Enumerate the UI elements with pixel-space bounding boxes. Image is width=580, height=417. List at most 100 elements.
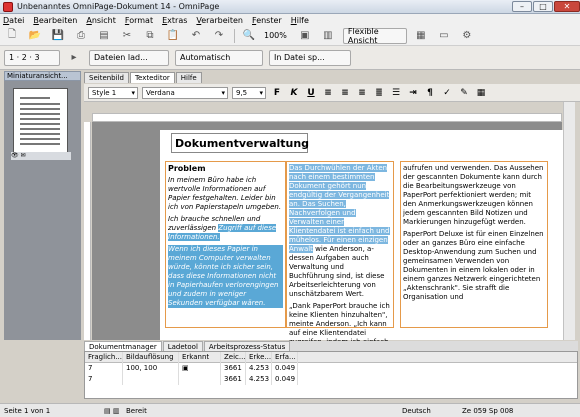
underline-button[interactable]: U	[304, 87, 318, 99]
tab-dokumentmanager[interactable]: Dokumentmanager	[84, 341, 162, 351]
load-files-button[interactable]: Dateien lad...	[89, 49, 169, 66]
horizontal-ruler[interactable]	[92, 113, 562, 122]
menu-verarbeiten[interactable]: Verarbeiten	[196, 16, 243, 25]
open-folder-icon[interactable]: 📂	[27, 29, 43, 43]
italic-button[interactable]: K	[287, 87, 301, 99]
table-row[interactable]: 7 3661 4.253 0.049	[85, 374, 577, 385]
copy-icon[interactable]: ⧉	[142, 29, 158, 43]
format-toolbar: Style 1 Verdana 9,5 F K U ≡ ≡ ≡ ≣ ☰ ⇥ ¶ …	[84, 84, 580, 102]
workflow-arrow-icon[interactable]: ▸	[66, 51, 82, 65]
align-center-icon[interactable]: ≡	[338, 87, 352, 99]
workflow-toolbar: 1 · 2 · 3 ▸ Dateien lad... Automatisch I…	[0, 46, 580, 70]
paste-icon[interactable]: 📋	[165, 29, 181, 43]
column-header[interactable]: Bildauflösung	[123, 351, 179, 363]
table-cell: 100, 100	[123, 363, 179, 374]
table-icon[interactable]: ▦	[474, 87, 488, 99]
style-value: Style 1	[92, 88, 117, 97]
zoom-icon[interactable]: 🔍	[241, 29, 257, 43]
spellcheck-icon[interactable]: ✓	[440, 87, 454, 99]
zoom-level[interactable]: 100%	[264, 31, 287, 40]
align-left-icon[interactable]: ≡	[321, 87, 335, 99]
table-cell: 0.049	[272, 374, 298, 385]
ocr-mode-label: Automatisch	[180, 53, 231, 62]
print-icon[interactable]: ⎙	[73, 29, 89, 43]
save-to-file-button[interactable]: In Datei sp...	[269, 49, 351, 66]
bold-button[interactable]: F	[270, 87, 284, 99]
menu-bearbeiten[interactable]: Bearbeiten	[33, 16, 77, 25]
toolbar-separator	[234, 28, 235, 43]
column-header[interactable]: Fraglich...	[85, 351, 123, 363]
column-1-title: Problem	[168, 164, 206, 173]
vertical-ruler[interactable]	[84, 122, 91, 340]
table-cell: 4.253	[246, 363, 272, 374]
bullets-icon[interactable]: ☰	[389, 87, 403, 99]
page-thumbnail[interactable]	[13, 88, 68, 155]
pilcrow-icon[interactable]: ¶	[423, 87, 437, 99]
text-box-icon[interactable]: ▭	[436, 29, 452, 43]
page-view-icon[interactable]: ▣	[297, 29, 313, 43]
new-document-icon[interactable]: 🗋	[4, 29, 20, 43]
column-header[interactable]: Erfa...	[272, 351, 298, 363]
scan-icon[interactable]: ▤	[96, 29, 112, 43]
table-row[interactable]: 7 100, 100 ▣ 3661 4.253 0.049	[85, 363, 577, 374]
undo-icon[interactable]: ↶	[188, 29, 204, 43]
tab-texteditor[interactable]: Texteditor	[129, 72, 175, 83]
tab-hilfe[interactable]: Hilfe	[175, 72, 202, 83]
table-cell: 4.253	[246, 374, 272, 385]
redo-icon[interactable]: ↷	[211, 29, 227, 43]
ocr-mode-button[interactable]: Automatisch	[175, 49, 263, 66]
style-select[interactable]: Style 1	[88, 86, 138, 99]
justify-icon[interactable]: ≣	[372, 87, 386, 99]
document-heading[interactable]: Dokumentverwaltung	[171, 133, 309, 153]
align-right-icon[interactable]: ≡	[355, 87, 369, 99]
column-2-paragraph-1: Das Durchwühlen der Akten nach einem bes…	[289, 164, 391, 299]
menu-extras[interactable]: Extras	[162, 16, 187, 25]
font-size-select[interactable]: 9,5	[232, 86, 266, 99]
column-header[interactable]: Erke...	[246, 351, 272, 363]
text-column-3[interactable]: aufrufen und verwenden. Das Aussehen der…	[400, 161, 548, 328]
font-size-value: 9,5	[236, 88, 248, 97]
table-cell: 3661	[221, 374, 246, 385]
close-button[interactable]: ✕	[554, 1, 580, 12]
indent-icon[interactable]: ⇥	[406, 87, 420, 99]
tab-ladetool[interactable]: Ladetool	[162, 341, 203, 351]
save-icon[interactable]: 💾	[50, 29, 66, 43]
text-column-2[interactable]: Das Durchwühlen der Akten nach einem bes…	[286, 161, 394, 355]
font-select[interactable]: Verdana	[142, 86, 228, 99]
cut-icon[interactable]: ✂	[119, 29, 135, 43]
cursor-position: Ze 059 Sp 008	[462, 406, 514, 415]
proofread-icon[interactable]: ✎	[457, 87, 471, 99]
thumbnail-status-icons: 👁 ✉	[11, 152, 71, 160]
view-mode-select[interactable]: Flexible Ansicht	[342, 27, 407, 45]
bottom-panel-tabs: Dokumentmanager Ladetool Arbeitsprozess-…	[84, 341, 578, 351]
column-1-paragraph-3: Wenn ich dieses Papier in meinem Compute…	[168, 245, 283, 308]
tab-arbeitsprozess-status[interactable]: Arbeitsprozess-Status	[203, 341, 291, 351]
column-1-paragraph-2: Ich brauche schnellen und zuverlässigen …	[168, 215, 283, 242]
recognized-status-icon: ▣	[182, 364, 189, 372]
menu-fenster[interactable]: Fenster	[252, 16, 282, 25]
thumbnail-panel-header: Miniaturansicht...	[4, 71, 81, 81]
workflow-steps[interactable]: 1 · 2 · 3	[4, 49, 60, 66]
options-icon[interactable]: ⚙	[459, 29, 475, 43]
status-text: Bereit	[126, 406, 147, 415]
text-column-1[interactable]: Problem In meinem Büro habe ich wertvoll…	[165, 161, 286, 328]
vertical-scrollbar[interactable]	[563, 102, 575, 340]
column-header[interactable]: Zeic...	[221, 351, 246, 363]
minimize-button[interactable]: –	[512, 1, 532, 12]
column-header[interactable]: Erkannt	[179, 351, 221, 363]
page-indicator: Seite 1 von 1	[4, 406, 51, 415]
maximize-button[interactable]: □	[533, 1, 553, 12]
status-icons: ▤ ▥	[104, 406, 120, 415]
menu-datei[interactable]: Datei	[3, 16, 24, 25]
view-tabs: Seitenbild Texteditor Hilfe	[84, 72, 203, 83]
flexible-view-icon[interactable]: ▦	[413, 29, 429, 43]
layout-icon[interactable]: ▥	[320, 29, 336, 43]
menu-format[interactable]: Format	[125, 16, 153, 25]
menu-bar: Datei Bearbeiten Ansicht Format Extras V…	[0, 14, 580, 26]
table-cell: 7	[85, 363, 123, 374]
tab-seitenbild[interactable]: Seitenbild	[84, 72, 129, 83]
table-cell: 7	[85, 374, 123, 385]
menu-ansicht[interactable]: Ansicht	[86, 16, 116, 25]
menu-hilfe[interactable]: Hilfe	[291, 16, 309, 25]
language-indicator[interactable]: Deutsch	[402, 407, 462, 415]
